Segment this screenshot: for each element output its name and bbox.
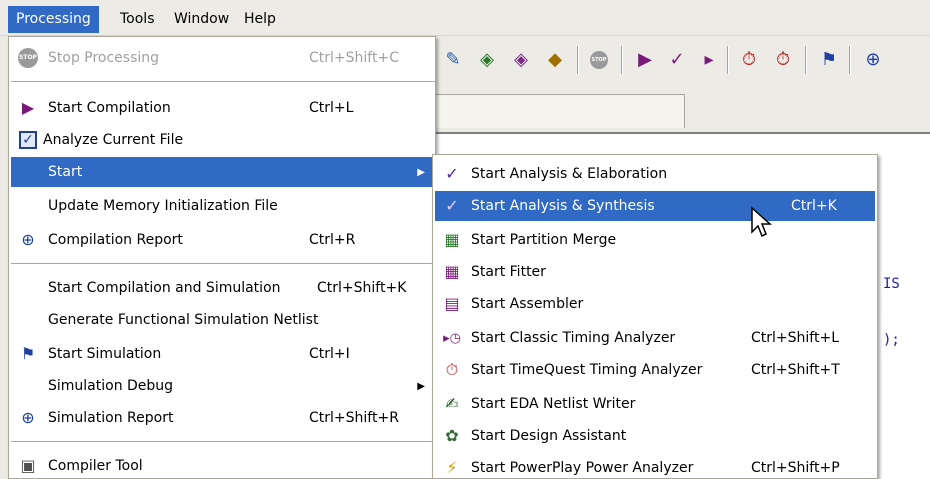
report-icon: ⊕ xyxy=(21,230,35,249)
submenu-item-analysis-elaboration[interactable]: ✓ Start Analysis & Elaboration xyxy=(435,159,875,189)
simulation-icon: ⚑ xyxy=(20,344,36,363)
fitter-icon: ▦ xyxy=(444,262,460,281)
design-assistant-icon: ✿ xyxy=(445,426,459,445)
menu-item-analyze-current-file[interactable]: ✓ Analyze Current File xyxy=(11,125,435,155)
menu-bar: Processing Tools Window Help xyxy=(0,0,930,36)
menu-item-simulation-report[interactable]: ⊕ Simulation Report Ctrl+Shift+R xyxy=(11,403,435,433)
menu-item-compilation-report[interactable]: ⊕ Compilation Report Ctrl+R xyxy=(11,225,435,255)
menu-item-generate-netlist[interactable]: Generate Functional Simulation Netlist xyxy=(11,305,435,335)
menu-item-start[interactable]: Start ▶ xyxy=(11,157,435,187)
analysis-elaboration-icon: ✓ xyxy=(445,164,459,183)
code-editor[interactable]: IS ); xyxy=(875,134,930,479)
window-left-edge xyxy=(0,36,8,479)
document-tabs xyxy=(435,86,930,134)
submenu-item-fitter[interactable]: ▦ Start Fitter xyxy=(435,257,875,287)
start-submenu: ✓ Start Analysis & Elaboration ✓ Start A… xyxy=(432,154,878,479)
submenu-item-analysis-synthesis[interactable]: ✓ Start Analysis & Synthesis Ctrl+K xyxy=(435,191,875,221)
submenu-item-timequest[interactable]: ⏱ Start TimeQuest Timing Analyzer Ctrl+S… xyxy=(435,355,875,385)
toolbar: ✎ ◈ ◈ ◆ STOP ▶ ✓ ▸ ⏱ ⏱ ⚑ ⊕ xyxy=(435,36,930,86)
menu-processing[interactable]: Processing xyxy=(8,6,99,33)
menu-item-update-memory[interactable]: Update Memory Initialization File xyxy=(11,191,435,221)
analyze-file-icon: ✓ xyxy=(17,129,39,151)
menu-tools[interactable]: Tools xyxy=(112,6,163,33)
analysis-synthesis-icon: ✓ xyxy=(445,196,459,215)
stop-icon: STOP xyxy=(17,47,39,69)
check-tool-icon[interactable]: ◈ xyxy=(475,48,499,72)
start-timing-tool-icon[interactable]: ▸ xyxy=(697,48,721,72)
menu-item-compiler-tool[interactable]: ▣ Compiler Tool xyxy=(11,451,435,479)
start-compilation-tool-icon[interactable]: ▶ xyxy=(633,48,657,72)
menu-separator xyxy=(11,441,435,443)
menu-item-start-simulation[interactable]: ⚑ Start Simulation Ctrl+I xyxy=(11,339,435,369)
submenu-item-classic-timing[interactable]: ▸◷ Start Classic Timing Analyzer Ctrl+Sh… xyxy=(435,323,875,353)
start-synthesis-tool-icon[interactable]: ✓ xyxy=(665,48,689,72)
menu-help[interactable]: Help xyxy=(236,6,284,33)
code-line: IS xyxy=(883,276,900,292)
eda-netlist-icon: ✍ xyxy=(445,394,459,413)
compiler-tool-icon: ▣ xyxy=(20,456,36,475)
submenu-arrow-icon: ▶ xyxy=(417,380,425,392)
timequest-icon: ⏱ xyxy=(445,360,459,379)
submenu-item-eda-netlist[interactable]: ✍ Start EDA Netlist Writer xyxy=(435,389,875,419)
document-tab[interactable] xyxy=(435,94,685,128)
submenu-arrow-icon: ▶ xyxy=(417,166,425,178)
menu-separator xyxy=(11,81,435,83)
report-tool-icon[interactable]: ⊕ xyxy=(861,48,885,72)
assembler-icon: ▤ xyxy=(444,294,460,313)
submenu-item-partition-merge[interactable]: ▦ Start Partition Merge xyxy=(435,225,875,255)
menu-item-simulation-debug[interactable]: Simulation Debug ▶ xyxy=(11,371,435,401)
menu-window[interactable]: Window xyxy=(166,6,237,33)
menu-item-start-compilation[interactable]: ▶ Start Compilation Ctrl+L xyxy=(11,93,435,123)
simulation-report-icon: ⊕ xyxy=(21,408,35,427)
stop-tool-icon[interactable]: STOP xyxy=(587,48,611,72)
netlist-tool-icon[interactable]: ◆ xyxy=(543,48,567,72)
powerplay-icon: ⚡ xyxy=(446,458,458,477)
partition-merge-icon: ▦ xyxy=(444,230,460,249)
mouse-cursor-icon xyxy=(751,206,772,238)
submenu-item-assembler[interactable]: ▤ Start Assembler xyxy=(435,289,875,319)
submenu-item-powerplay[interactable]: ⚡ Start PowerPlay Power Analyzer Ctrl+Sh… xyxy=(435,453,875,479)
classic-timing-icon: ▸◷ xyxy=(443,330,461,346)
timequest-tool-icon[interactable]: ⏱ xyxy=(737,48,761,72)
timer-tool-icon[interactable]: ⏱ xyxy=(771,48,795,72)
submenu-item-design-assistant[interactable]: ✿ Start Design Assistant xyxy=(435,421,875,451)
analyze-tool-icon[interactable]: ◈ xyxy=(509,48,533,72)
code-line: ); xyxy=(883,332,900,348)
play-icon: ▶ xyxy=(21,98,35,117)
menu-separator xyxy=(11,263,435,265)
simulation-tool-icon[interactable]: ⚑ xyxy=(817,48,841,72)
processing-menu: STOP Stop Processing Ctrl+Shift+C ▶ Star… xyxy=(8,36,436,479)
pencil-icon[interactable]: ✎ xyxy=(441,48,465,72)
menu-item-stop-processing[interactable]: STOP Stop Processing Ctrl+Shift+C xyxy=(11,43,435,73)
menu-item-start-compilation-simulation[interactable]: Start Compilation and Simulation Ctrl+Sh… xyxy=(11,273,435,303)
